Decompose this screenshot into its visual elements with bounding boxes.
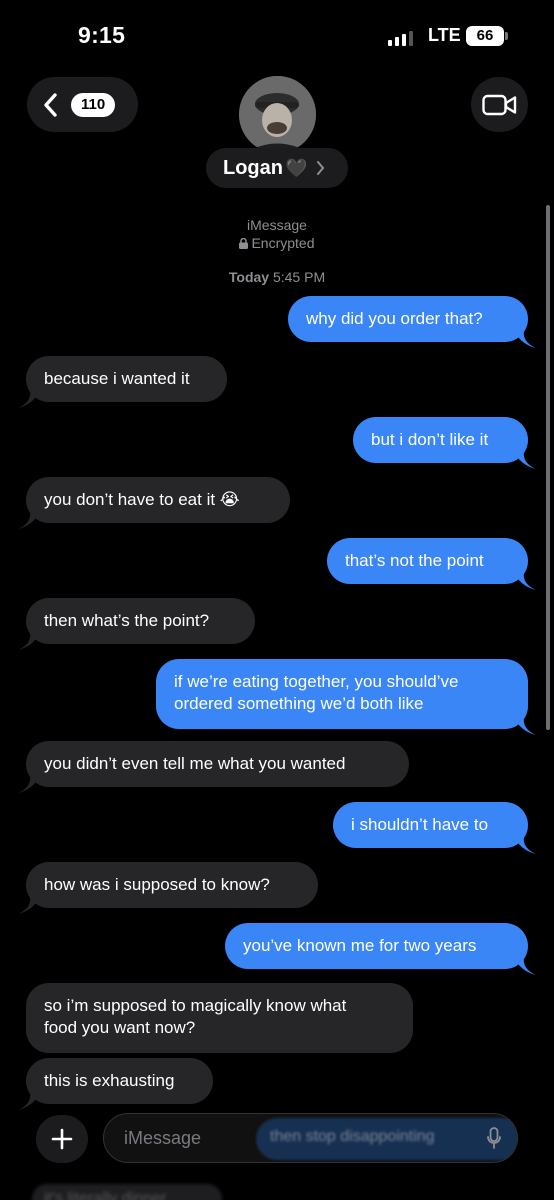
battery-icon: 66 — [466, 26, 504, 46]
message-received[interactable]: how was i supposed to know? — [18, 862, 318, 914]
bubble-tail — [18, 775, 40, 793]
message-sent[interactable]: i shouldn’t have to — [333, 802, 536, 854]
bubble-tail — [18, 896, 40, 914]
timestamp-day: Today — [228, 269, 270, 285]
back-button[interactable]: 110 — [27, 77, 138, 132]
battery-tip — [505, 32, 508, 40]
message-received[interactable]: you didn’t even tell me what you wanted — [18, 741, 409, 793]
message-sent[interactable]: why did you order that? — [288, 296, 536, 348]
message-text: why did you order that? — [306, 309, 483, 328]
message-text: i shouldn’t have to — [351, 815, 489, 834]
message-sent[interactable]: but i don’t like it — [353, 417, 536, 469]
message-sent[interactable]: you’ve known me for two years — [225, 923, 536, 975]
message-text: you’ve known me for two years — [243, 936, 477, 955]
contact-name-button[interactable]: Logan 🖤 — [206, 148, 348, 188]
cellular-signal-icon — [388, 30, 413, 46]
avatar-photo — [239, 76, 316, 153]
bubble-tail — [514, 330, 536, 348]
bubble-tail — [18, 632, 40, 650]
bubble-tail — [514, 717, 536, 735]
lock-icon — [239, 237, 249, 249]
message-text: that’s not the point — [345, 551, 484, 570]
message-received[interactable]: then what’s the point? — [18, 598, 255, 650]
microphone-icon[interactable] — [487, 1127, 501, 1149]
bubble-tail — [18, 511, 40, 529]
bubble-tail — [18, 1092, 40, 1110]
message-sent[interactable]: if we’re eating together, you should’ve … — [156, 659, 536, 735]
message-text-line-1: so i’m supposed to magically know what — [44, 996, 347, 1015]
input-placeholder: iMessage — [124, 1128, 202, 1148]
message-text: you didn’t even tell me what you wanted — [44, 754, 346, 773]
bubble-tail — [514, 572, 536, 590]
message-sent[interactable]: that’s not the point — [327, 538, 536, 590]
bubble-tail — [18, 390, 40, 408]
plus-icon — [51, 1128, 73, 1150]
message-text-line-2: ordered something we’d both like — [174, 694, 424, 713]
encryption-label: Encrypted — [0, 235, 554, 251]
contact-avatar[interactable] — [239, 76, 316, 153]
contact-name: Logan — [223, 156, 283, 179]
add-attachment-button[interactable] — [36, 1115, 88, 1163]
video-camera-icon — [481, 94, 516, 115]
message-input[interactable]: then stop disappointing iMessage — [103, 1113, 518, 1163]
heart-emoji: 🖤 — [285, 157, 308, 178]
unread-count-badge: 110 — [71, 92, 116, 117]
obscured-sent-message: then stop disappointing — [256, 1118, 517, 1160]
message-received[interactable]: you don’t have to eat it 😭 — [18, 477, 290, 529]
bubble-tail — [514, 836, 536, 854]
status-bar: 9:15 LTE 66 — [0, 0, 554, 72]
message-text: you don’t have to eat it 😭 — [44, 490, 240, 509]
service-label: iMessage — [247, 217, 307, 233]
carrier-label: LTE — [428, 25, 461, 45]
bubble-tail — [514, 451, 536, 469]
message-received[interactable]: because i wanted it — [18, 356, 227, 408]
message-text: then what’s the point? — [44, 611, 210, 630]
message-text-line-2: food you want now? — [44, 1018, 196, 1037]
back-chevron-icon — [44, 92, 57, 117]
video-call-button[interactable] — [471, 77, 528, 132]
message-received[interactable]: so i’m supposed to magically know what f… — [26, 983, 413, 1053]
obscured-received-message: it's literally dinner — [32, 1184, 222, 1200]
message-received[interactable]: this is exhausting — [18, 1058, 213, 1110]
encryption-text: Encrypted — [251, 235, 315, 251]
message-text: because i wanted it — [44, 369, 190, 388]
message-text: how was i supposed to know? — [44, 875, 270, 894]
message-text-line-1: if we’re eating together, you should’ve — [174, 672, 459, 691]
bubble-tail — [514, 957, 536, 975]
status-time: 9:15 — [78, 22, 126, 48]
chevron-right-icon — [317, 161, 325, 175]
scrollbar[interactable] — [546, 205, 550, 730]
message-timestamp: Today 5:45 PM — [0, 269, 554, 285]
message-text: but i don’t like it — [371, 430, 489, 449]
timestamp-time: 5:45 PM — [272, 269, 326, 285]
message-text: this is exhausting — [44, 1071, 175, 1090]
